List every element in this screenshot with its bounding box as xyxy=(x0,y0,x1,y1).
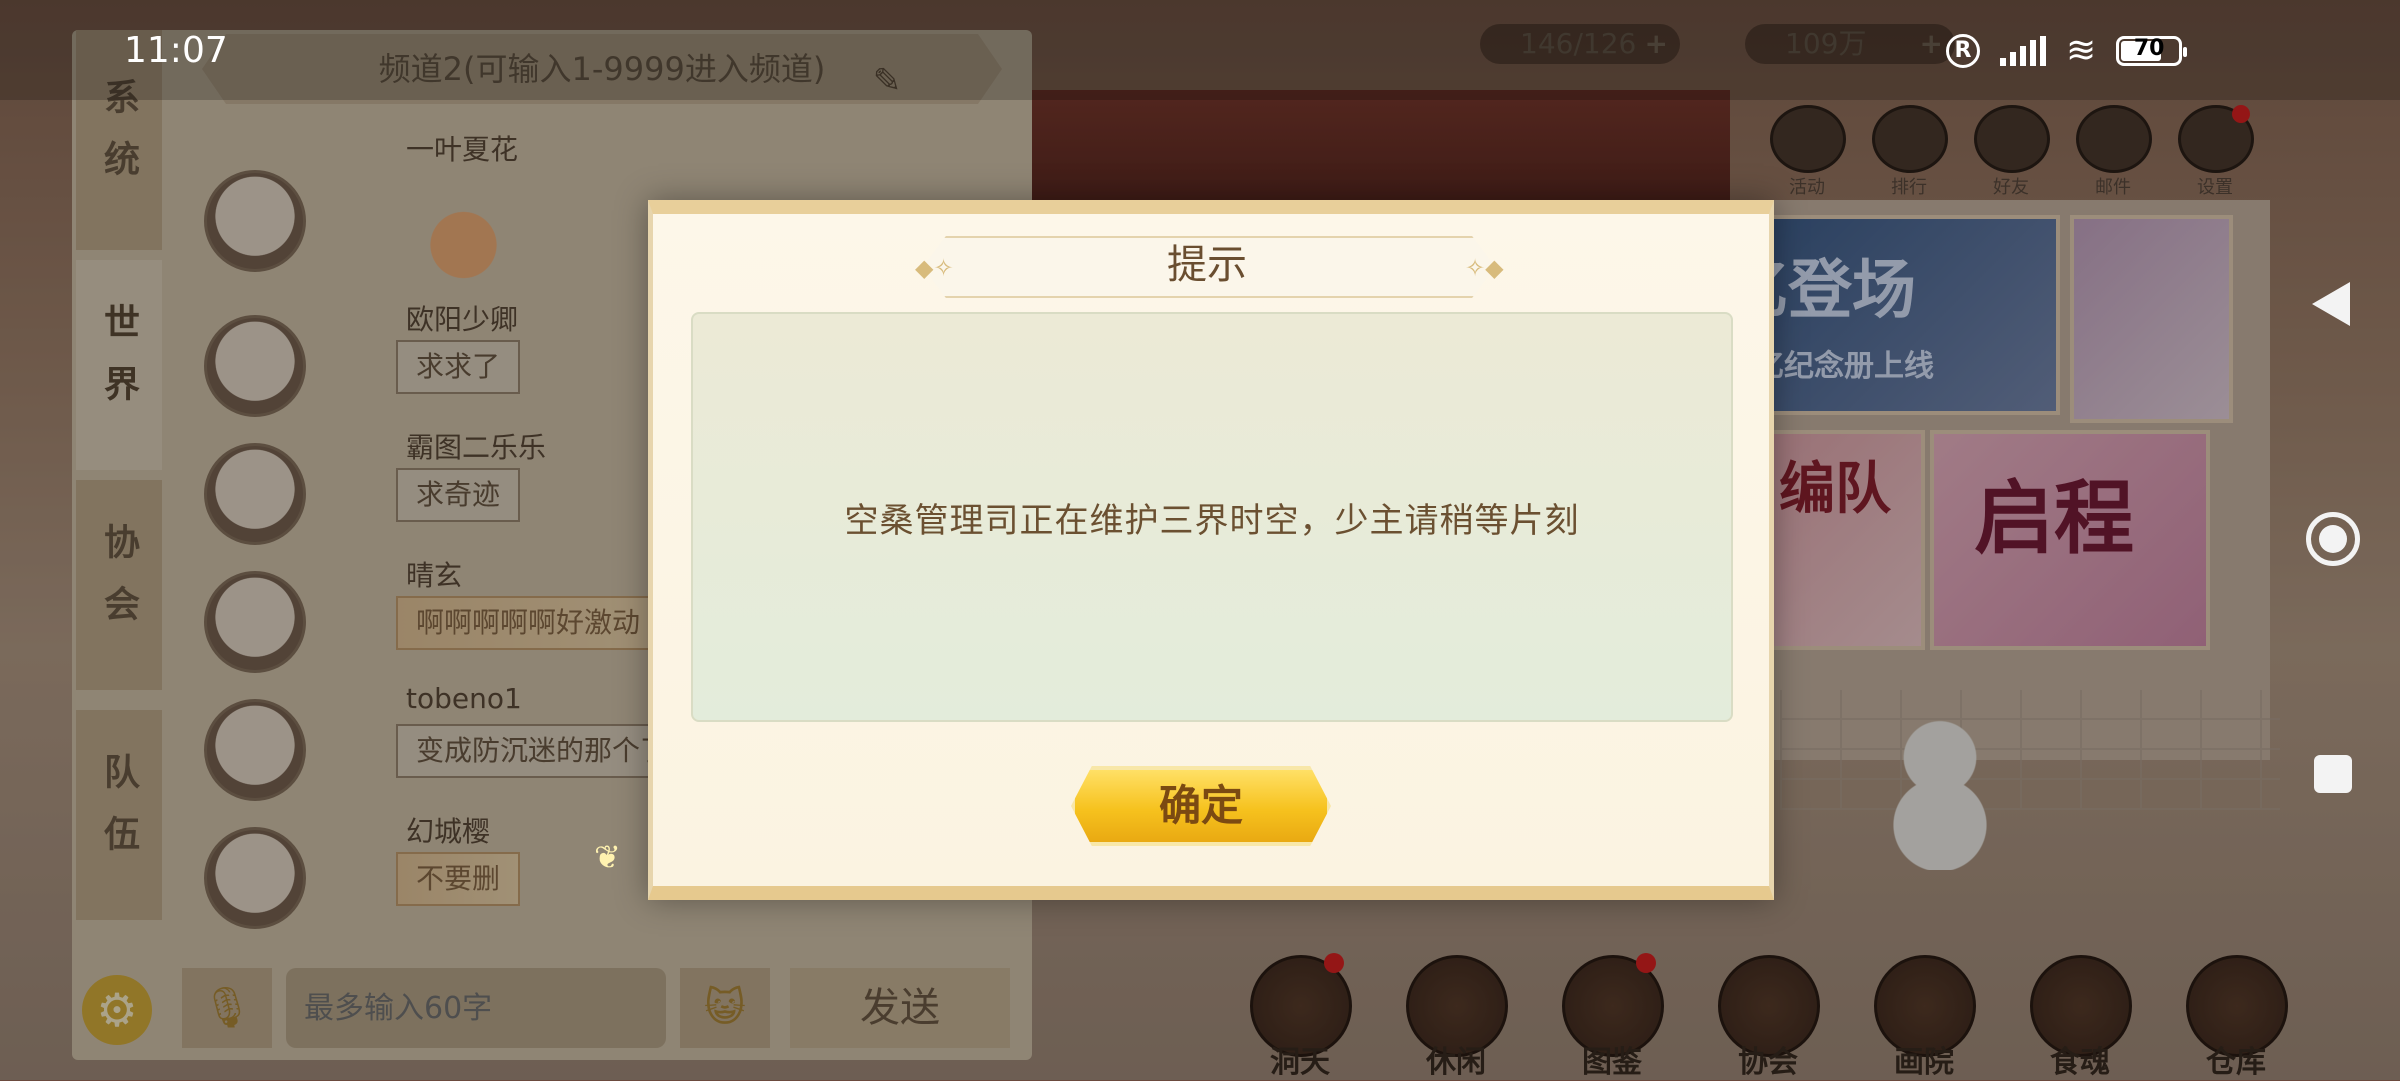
dialog-message: 空桑管理司正在维护三界时空，少主请稍等片刻 xyxy=(844,500,1580,541)
confirm-button[interactable]: 确定 xyxy=(1071,766,1331,846)
battery-icon: 70 xyxy=(2116,35,2188,66)
signal-icon xyxy=(2000,35,2046,66)
back-nav-icon[interactable] xyxy=(2312,282,2350,326)
status-icons: R ≋ 70 xyxy=(1946,30,2188,71)
registered-icon: R xyxy=(1946,33,1980,68)
notice-dialog: ◆✧ ✧◆ 提示 空桑管理司正在维护三界时空，少主请稍等片刻 确定 xyxy=(648,200,1774,900)
home-nav-icon[interactable] xyxy=(2306,512,2360,566)
battery-level: 70 xyxy=(2133,35,2165,61)
wifi-icon: ≋ xyxy=(2066,30,2097,71)
system-status-bar: 11:07 R ≋ 70 xyxy=(0,0,2400,100)
recent-apps-icon[interactable] xyxy=(2314,755,2352,793)
dialog-title: 提示 xyxy=(1167,242,1247,288)
dialog-body: 空桑管理司正在维护三界时空，少主请稍等片刻 xyxy=(691,312,1733,722)
status-time: 11:07 xyxy=(124,30,228,71)
butterfly-icon: ❦ xyxy=(594,838,621,876)
